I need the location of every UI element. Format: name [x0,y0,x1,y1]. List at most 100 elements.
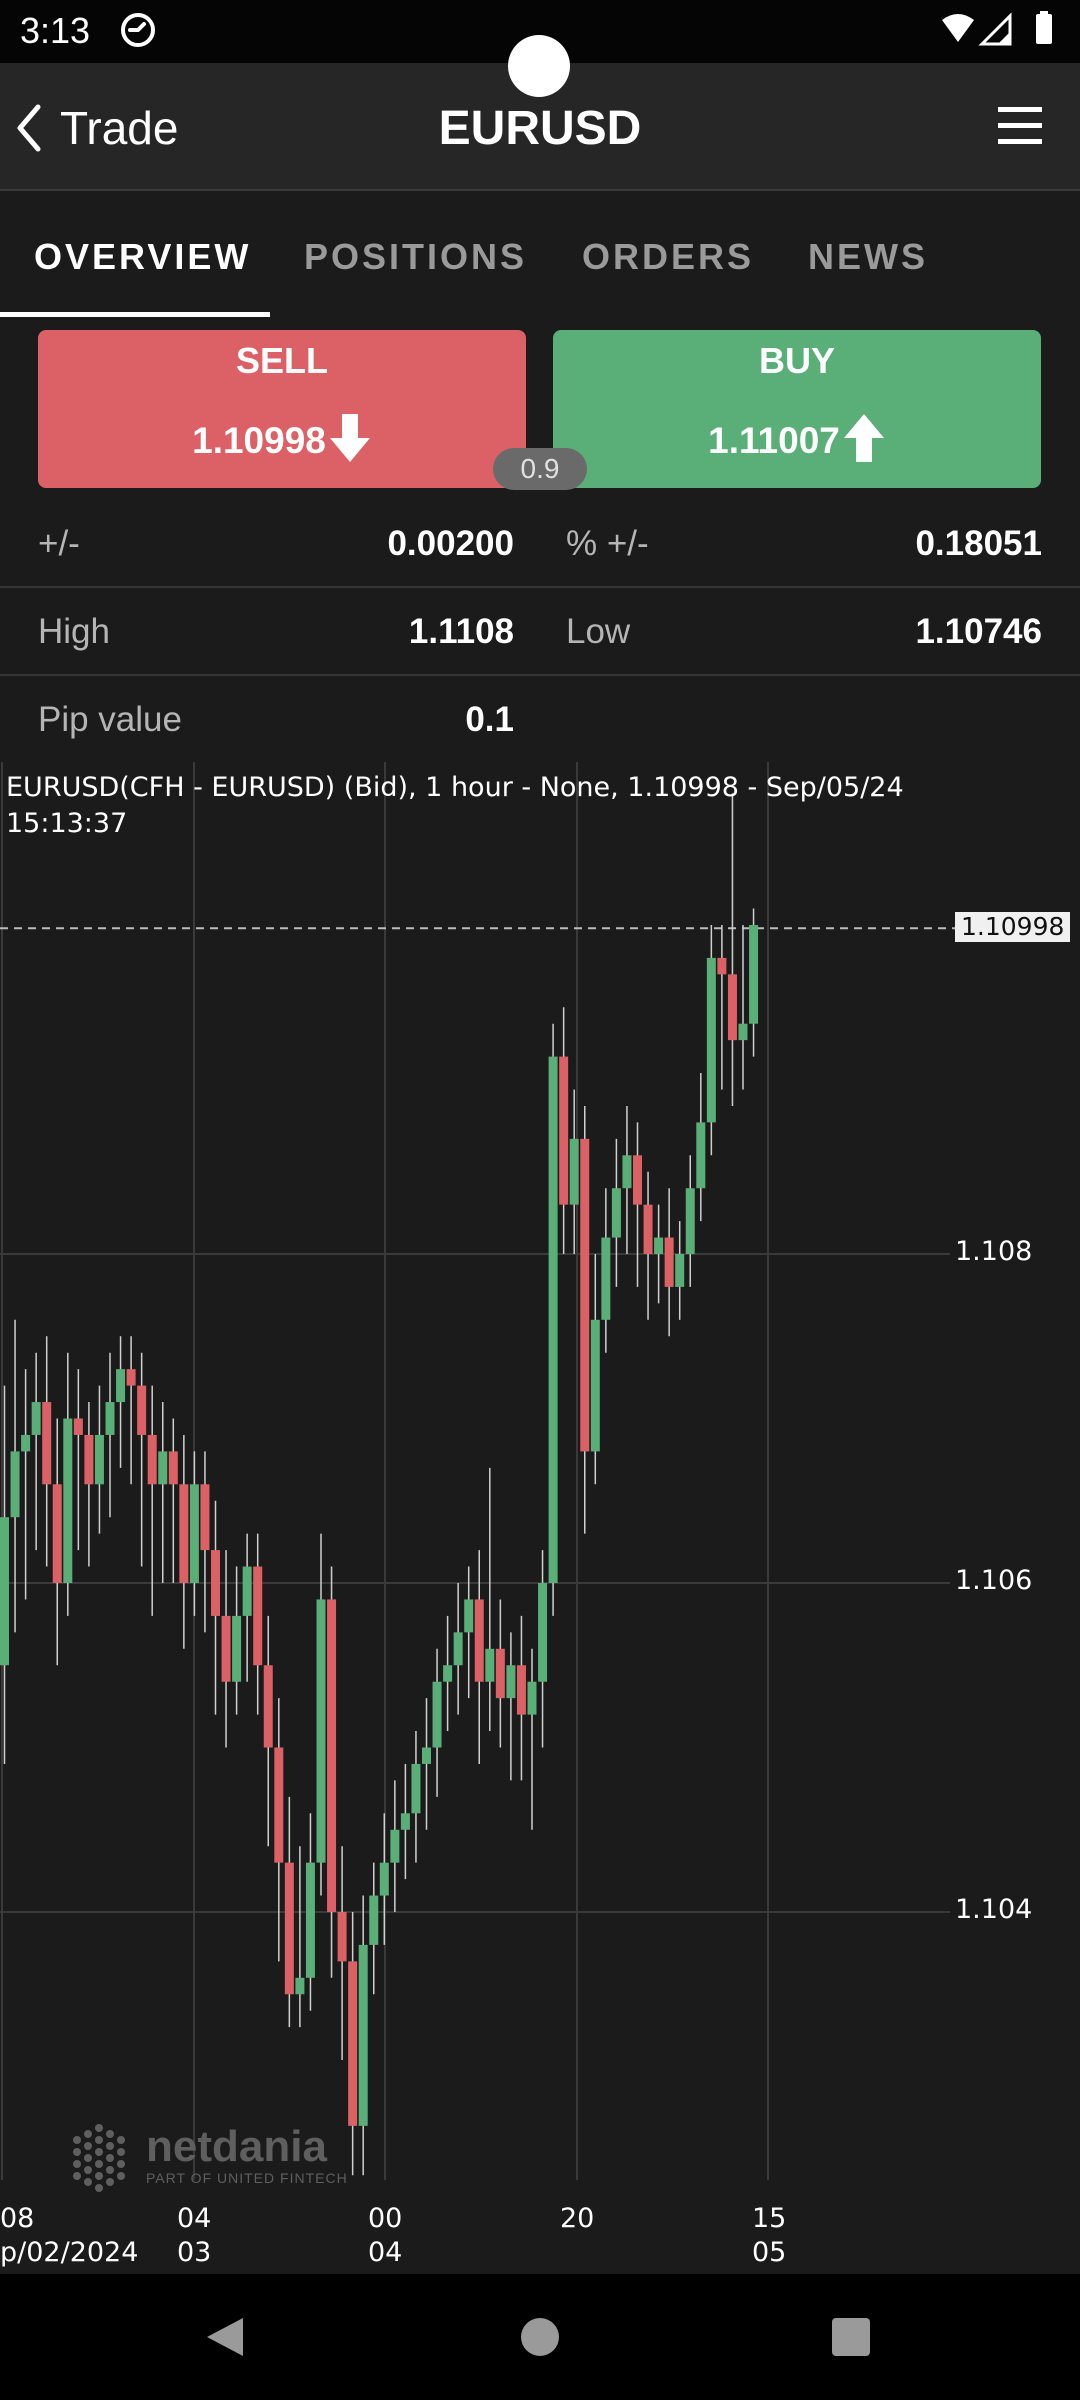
arrow-down-icon [329,414,370,462]
candle-body [221,1615,231,1682]
nav-home-icon[interactable] [521,2318,559,2356]
candle-body [654,1237,664,1254]
x-axis-label: 00 04 [368,2203,403,2268]
y-axis-label: 1.104 [955,1894,1033,1925]
back-label: Trade [60,102,179,154]
system-nav-bar [0,2274,1080,2400]
watermark-text: netdania [146,2122,327,2171]
candle-body [727,974,737,1041]
candle-body [200,1484,210,1551]
watermark-subtext: PART OF UNITED FINTECH [146,2170,348,2186]
candle-body [506,1665,516,1699]
candle-body [464,1599,474,1633]
candle-body [274,1747,284,1863]
candle-body [400,1813,410,1830]
candle-body [158,1451,168,1485]
low-label: Low [566,612,631,651]
status-icons [942,11,1052,46]
nav-back-icon[interactable] [205,2316,245,2358]
pct-change-label: % +/- [566,524,649,563]
candle-body [284,1862,294,1995]
hamburger-menu-icon[interactable] [998,101,1042,151]
sell-button[interactable]: SELL 1.10998 [38,330,526,488]
nav-recents-icon[interactable] [832,2318,870,2356]
pct-change-value: 0.18051 [915,524,1042,563]
candle-body [611,1188,621,1238]
wifi-icon [942,14,974,42]
netdania-logo-mark [73,2124,125,2192]
candle-body [538,1583,548,1682]
candle-body [147,1434,157,1485]
candle-body [42,1402,52,1485]
x-axis-label: 20 [560,2203,595,2234]
candle-body [21,1434,31,1452]
high-label: High [38,612,110,651]
candle-body [696,1122,706,1189]
battery-icon [1036,14,1052,44]
stat-row-change: +/- 0.00200 % +/- 0.18051 [0,500,1080,588]
high-value: 1.1108 [408,612,514,651]
candle-body [126,1369,136,1386]
candle-body [485,1648,495,1682]
netdania-logo: netdania PART OF UNITED FINTECH [64,2122,354,2202]
candle-body [738,1023,748,1041]
buy-button[interactable]: BUY 1.11007 [553,330,1041,488]
active-tab-indicator [0,312,270,317]
candle-body [749,925,759,1024]
candle-body [242,1566,252,1616]
candle-body [189,1484,199,1583]
candle-body [232,1615,242,1682]
arrow-up-icon [843,414,884,462]
change-value: 0.00200 [387,524,514,563]
y-axis-label: 1.106 [955,1565,1033,1596]
candle-body [31,1402,41,1435]
candle-body [411,1763,421,1814]
candle-body [580,1138,590,1452]
status-time: 3:13 [20,10,91,51]
candle-body [52,1484,62,1583]
candle-body [63,1418,73,1583]
back-button[interactable]: Trade [14,93,178,163]
candle-body [453,1632,463,1666]
low-value: 1.10746 [915,612,1042,651]
candle-body [379,1862,389,1896]
buy-price: 1.11007 [708,420,840,461]
price-chart[interactable]: EURUSD(CFH - EURUSD) (Bid), 1 hour - Non… [0,762,1080,2274]
stat-row-pip: Pip value 0.1 [0,676,1080,764]
dnd-icon [121,13,155,47]
tab-orders[interactable]: ORDERS [582,236,754,278]
candle-body [432,1681,442,1748]
tab-overview[interactable]: OVERVIEW [34,236,251,278]
candle-body [559,1056,569,1205]
candle-body [168,1451,178,1485]
candle-body [474,1599,484,1682]
candle-body [105,1402,115,1435]
last-price-tag: 1.10998 [955,912,1071,942]
stat-row-high-low: High 1.1108 Low 1.10746 [0,588,1080,676]
candle-body [633,1155,642,1205]
candle-body [569,1138,579,1205]
candle-body [516,1665,526,1715]
candle-body [548,1056,558,1583]
candle-body [422,1747,431,1764]
pip-value: 0.1 [465,700,514,739]
chart-caption: EURUSD(CFH - EURUSD) (Bid), 1 hour - Non… [6,772,904,839]
spread-badge: 0.9 [493,448,587,490]
candle-body [253,1566,263,1666]
candle-body [94,1434,104,1485]
candle-body [0,1517,9,1666]
tab-positions[interactable]: POSITIONS [304,236,527,278]
x-axis-label: 04 03 [177,2203,212,2268]
candlestick-chart [0,762,955,2180]
x-axis-label: 15 05 [752,2203,787,2268]
candle-body [622,1155,632,1189]
candle-body [137,1385,147,1435]
candle-body [263,1665,273,1748]
candle-body [443,1665,453,1682]
tab-news[interactable]: NEWS [808,236,928,278]
camera-cutout [508,35,570,97]
candle-body [495,1648,505,1699]
candle-body [527,1681,537,1715]
y-axis-label: 1.108 [955,1236,1033,1267]
candle-body [337,1912,347,1962]
